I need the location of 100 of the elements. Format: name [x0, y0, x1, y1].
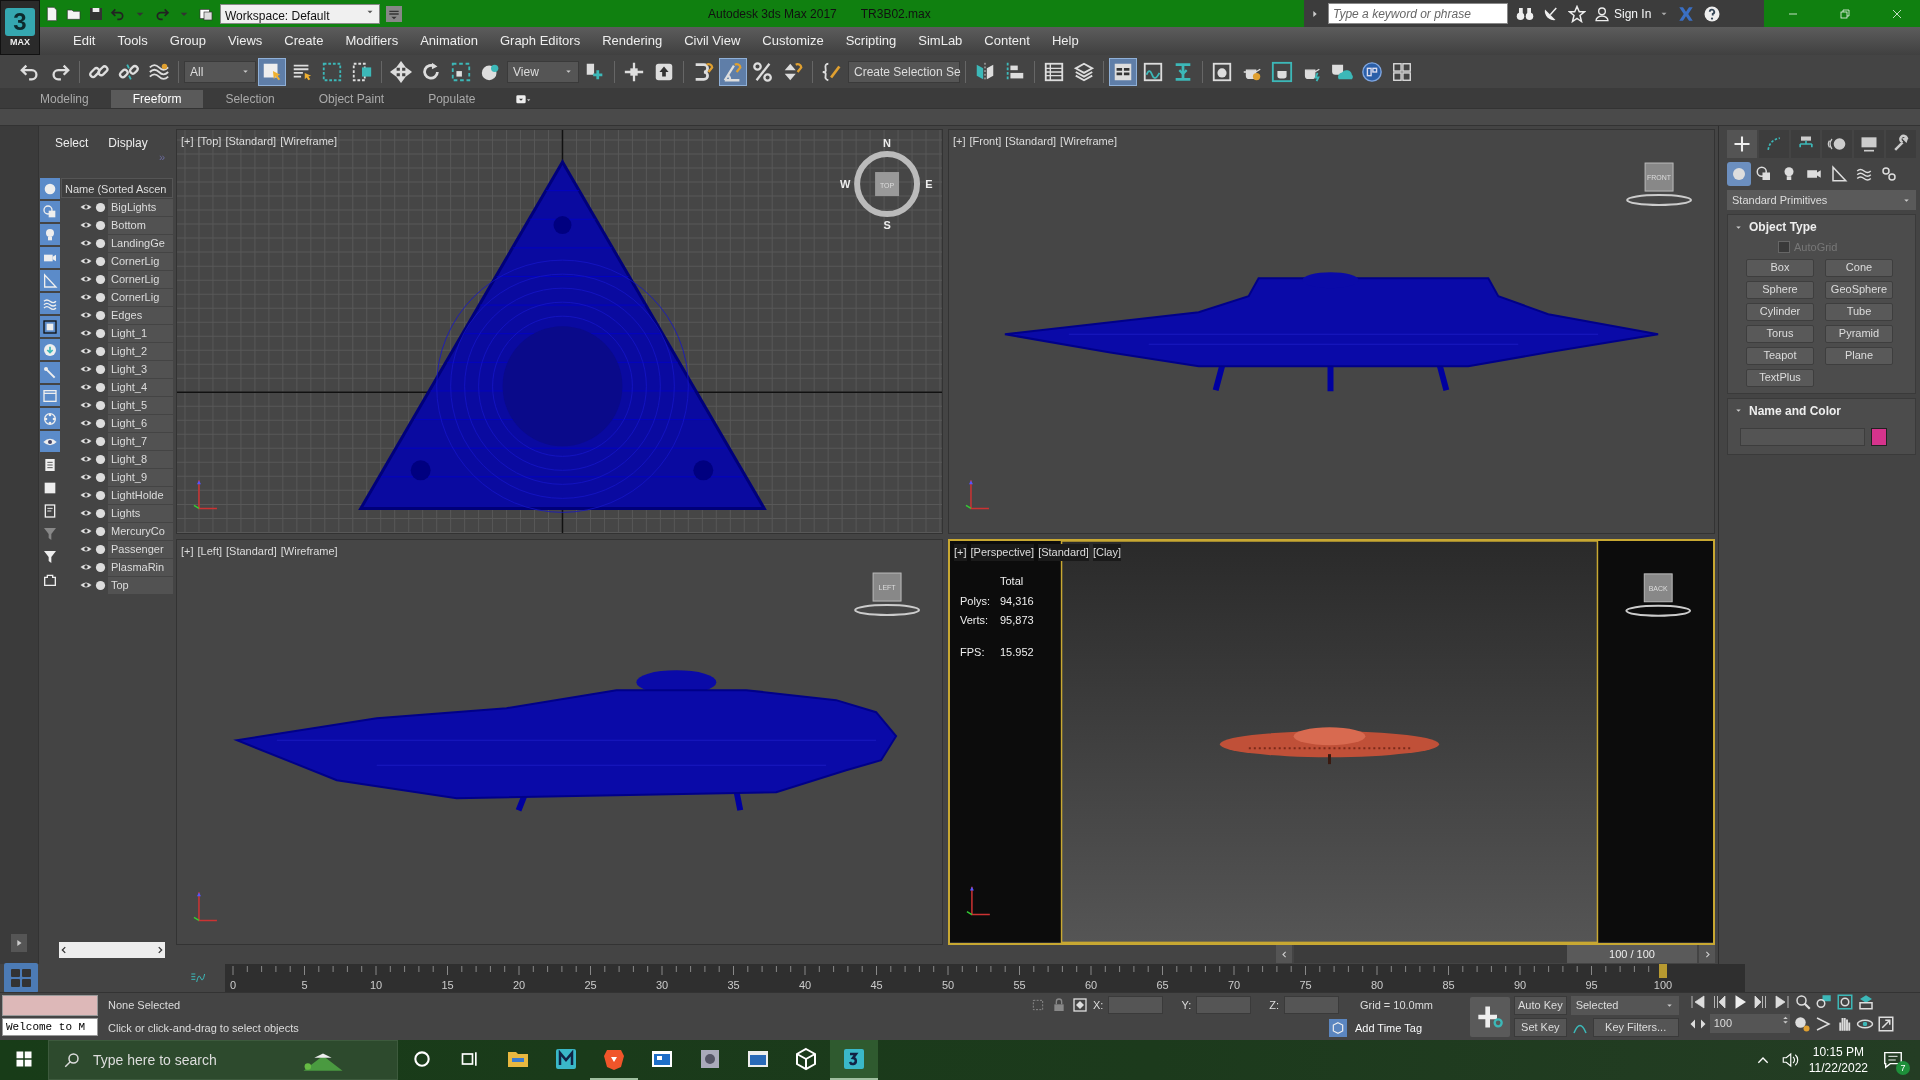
- object-name[interactable]: Light_9: [108, 468, 173, 486]
- workspace-dropdown[interactable]: Workspace: Default: [220, 3, 380, 24]
- primitive-button[interactable]: Pyramid: [1825, 324, 1893, 343]
- viewport-menu[interactable]: [Wireframe]: [280, 133, 337, 150]
- menu-item[interactable]: Graph Editors: [488, 31, 592, 51]
- object-name[interactable]: Passenger: [108, 540, 173, 558]
- object-name[interactable]: CornerLig: [108, 252, 173, 270]
- add-time-tag-button[interactable]: Add Time Tag: [1328, 1019, 1422, 1038]
- object-name[interactable]: Light_6: [108, 414, 173, 432]
- primitive-button[interactable]: Torus: [1746, 324, 1814, 343]
- object-name[interactable]: LightHolde: [108, 486, 173, 504]
- object-name[interactable]: Lights: [108, 504, 173, 522]
- primitive-button[interactable]: Plane: [1825, 346, 1893, 365]
- time-slider-thumb[interactable]: 100 / 100: [1567, 945, 1697, 964]
- current-frame-field[interactable]: 100: [1709, 1014, 1790, 1033]
- search-field[interactable]: Type a keyword or phrase: [1328, 3, 1508, 24]
- primitive-button[interactable]: GeoSphere: [1825, 280, 1893, 299]
- viewport-menu[interactable]: [+]: [181, 133, 194, 150]
- viewport-menu[interactable]: [+]: [954, 544, 967, 561]
- primitive-button[interactable]: Tube: [1825, 302, 1893, 321]
- viewport-menu[interactable]: [+]: [953, 133, 966, 150]
- frame-number: 15: [441, 979, 454, 991]
- object-name[interactable]: CornerLig: [108, 270, 173, 288]
- object-name[interactable]: BigLights: [108, 198, 173, 216]
- object-name[interactable]: Light_4: [108, 378, 173, 396]
- clock-date[interactable]: 11/22/2022: [1808, 1060, 1868, 1076]
- viewport-menu[interactable]: [+]: [181, 543, 194, 560]
- viewport-menu[interactable]: [Perspective]: [970, 544, 1035, 561]
- explorer-menu[interactable]: Select: [55, 134, 89, 152]
- primitive-button[interactable]: TextPlus: [1746, 368, 1814, 387]
- object-name[interactable]: Edges: [108, 306, 173, 324]
- primitive-button[interactable]: Box: [1746, 258, 1814, 277]
- viewport-menu[interactable]: [Standard]: [1005, 133, 1057, 150]
- viewport-menu[interactable]: [Front]: [969, 133, 1002, 150]
- frame-number: 30: [655, 979, 669, 991]
- ribbon-tab[interactable]: Modeling: [18, 90, 111, 108]
- object-name[interactable]: Light_8: [108, 450, 173, 468]
- object-name[interactable]: Top: [108, 576, 173, 594]
- file-name: TR3B02.max: [860, 5, 931, 23]
- object-name[interactable]: LandingGe: [108, 234, 173, 252]
- menu-item[interactable]: Content: [973, 31, 1041, 51]
- ribbon-tab[interactable]: Populate: [406, 90, 498, 108]
- viewport-menu[interactable]: [Standard]: [1038, 544, 1089, 561]
- rollout-title[interactable]: Object Type: [1749, 218, 1817, 236]
- object-name[interactable]: PlasmaRin: [108, 558, 173, 576]
- viewport-menu[interactable]: [Clay]: [1092, 544, 1122, 561]
- primitive-button[interactable]: Cone: [1825, 258, 1893, 277]
- key-filters-button[interactable]: Key Filters...: [1592, 1018, 1679, 1037]
- auto-key-button[interactable]: Auto Key: [1514, 996, 1567, 1015]
- object-name[interactable]: MercuryCo: [108, 522, 173, 540]
- object-name[interactable]: Light_1: [108, 324, 173, 342]
- object-name[interactable]: Bottom: [108, 216, 173, 234]
- primitive-button[interactable]: Teapot: [1746, 346, 1814, 365]
- named-selection-dropdown[interactable]: Create Selection Se: [848, 60, 960, 83]
- primitive-button[interactable]: Cylinder: [1746, 302, 1814, 321]
- viewport-menu[interactable]: [Standard]: [225, 133, 277, 150]
- primitives-dropdown[interactable]: Standard Primitives: [1727, 190, 1916, 210]
- object-name[interactable]: Light_2: [108, 342, 173, 360]
- column-header[interactable]: Name (Sorted Ascen: [61, 178, 173, 198]
- viewport-menu[interactable]: [Standard]: [226, 543, 277, 560]
- frame-number: 65: [1156, 979, 1169, 991]
- taskbar-search-bar[interactable]: Type here to search: [48, 1040, 398, 1080]
- viewport-menu[interactable]: [Left]: [197, 543, 222, 560]
- menu-item[interactable]: Scripting: [834, 31, 908, 51]
- clock-time[interactable]: 10:15 PM: [1812, 1044, 1865, 1060]
- rollout-title[interactable]: Name and Color: [1749, 401, 1841, 420]
- explorer-menu[interactable]: Display: [108, 134, 148, 152]
- app-logo[interactable]: 3 MAX: [0, 0, 40, 55]
- ribbon-tab[interactable]: Object Paint: [296, 90, 407, 108]
- selection-filter-dropdown[interactable]: All: [184, 60, 256, 83]
- menu-item[interactable]: Animation: [409, 31, 489, 51]
- object-name[interactable]: Light_3: [108, 360, 173, 378]
- menu-item[interactable]: Modifiers: [334, 31, 410, 51]
- object-name[interactable]: Light_5: [108, 396, 173, 414]
- menu-item[interactable]: Edit: [62, 31, 107, 51]
- ribbon-tab[interactable]: Selection: [203, 90, 297, 108]
- viewport-menu[interactable]: [Wireframe]: [1060, 133, 1117, 150]
- menu-item[interactable]: Help: [1040, 31, 1090, 51]
- coordinate-system-dropdown[interactable]: View: [507, 60, 579, 83]
- key-mode-dropdown[interactable]: Selected: [1570, 996, 1679, 1015]
- menu-item[interactable]: Create: [273, 31, 335, 51]
- set-key-button[interactable]: Set Key: [1514, 1018, 1567, 1037]
- menu-item[interactable]: SimLab: [907, 31, 974, 51]
- selection-status: None Selected: [108, 997, 182, 1013]
- menu-item[interactable]: Civil View: [673, 31, 752, 51]
- viewport-menu[interactable]: [Top]: [197, 133, 222, 150]
- menu-item[interactable]: Group: [158, 31, 217, 51]
- object-name[interactable]: CornerLig: [108, 288, 173, 306]
- ribbon-tab[interactable]: Freeform: [110, 90, 204, 108]
- primitive-button[interactable]: Sphere: [1746, 280, 1814, 299]
- menu-item[interactable]: Views: [216, 31, 274, 51]
- maxscript-listener[interactable]: Welcome to M: [2, 1018, 98, 1036]
- sign-in-button[interactable]: Sign In: [1594, 4, 1652, 23]
- object-name[interactable]: Light_7: [108, 432, 173, 450]
- menu-item[interactable]: Tools: [106, 31, 159, 51]
- frame-number: 55: [1013, 979, 1026, 991]
- menu-item[interactable]: Rendering: [591, 31, 674, 51]
- taskbar-search-field[interactable]: Type here to search: [91, 1048, 291, 1072]
- menu-item[interactable]: Customize: [751, 31, 835, 51]
- viewport-menu[interactable]: [Wireframe]: [280, 543, 338, 560]
